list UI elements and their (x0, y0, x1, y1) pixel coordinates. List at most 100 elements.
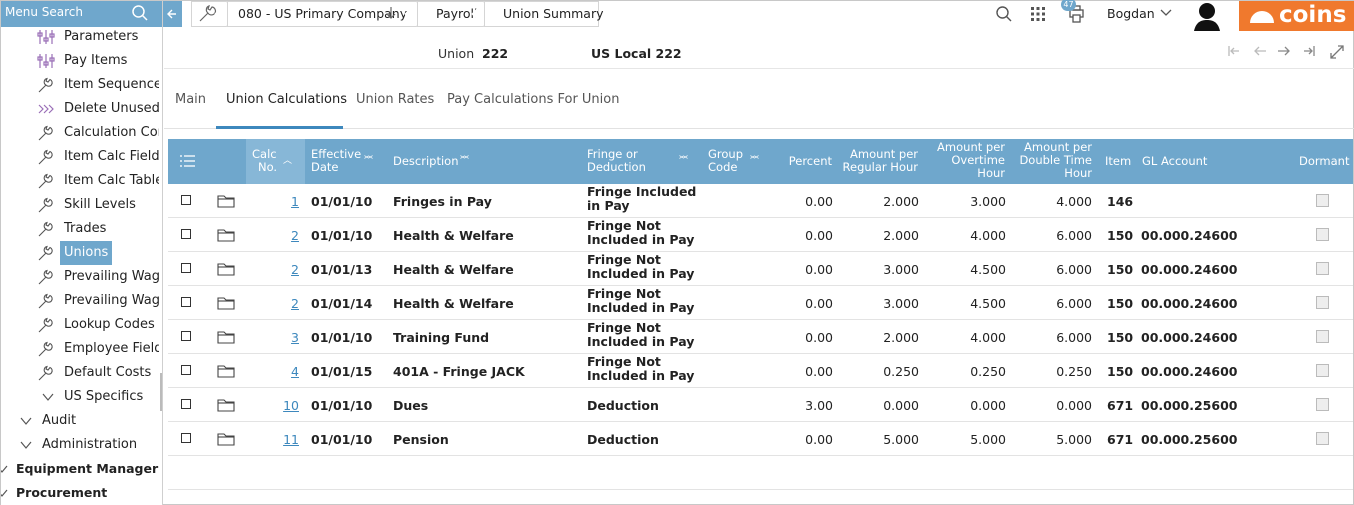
chevron-down-icon[interactable] (385, 2, 397, 32)
dormant-checkbox[interactable] (1316, 296, 1329, 309)
folder-icon[interactable] (217, 330, 235, 344)
menu-search[interactable]: Menu Search (1, 1, 162, 27)
wrench-icon (37, 77, 55, 93)
folder-icon[interactable] (217, 262, 235, 276)
dormant-checkbox[interactable] (1316, 364, 1329, 377)
calc-no-link[interactable]: 2 (271, 262, 299, 277)
header-gl-account[interactable]: GL Account (1142, 155, 1207, 168)
folder-icon[interactable] (217, 296, 235, 310)
breadcrumb-page[interactable]: Union Summary (484, 1, 604, 27)
dormant-checkbox[interactable] (1316, 194, 1329, 207)
calc-no-link[interactable]: 2 (271, 228, 299, 243)
previous-record-icon[interactable] (1252, 43, 1268, 64)
apps-grid-icon[interactable] (1030, 6, 1046, 26)
header-fringe[interactable]: Fringe or Deduction (587, 148, 646, 174)
sidebar-item-item-calc-fields[interactable]: Item Calc Fields (1, 145, 159, 169)
next-record-icon[interactable] (1276, 43, 1292, 64)
table-row[interactable]: 3 01/01/10 Training Fund Fringe Not Include… (168, 320, 1353, 354)
column-menu-icon[interactable] (179, 155, 195, 170)
table-row[interactable]: 2 01/01/13 Health & Welfare Fringe Not Incl… (168, 252, 1353, 286)
sidebar-item-prevailing-wage[interactable]: Prevailing Wage (1, 289, 159, 313)
table-row[interactable]: 4 01/01/15 401A - Fringe JACK Fringe Not In… (168, 354, 1353, 388)
header-dormant[interactable]: Dormant (1299, 155, 1349, 168)
sidebar-item-us-specifics[interactable]: US Specifics (1, 385, 159, 409)
sidebar-item-lookup-codes[interactable]: Lookup Codes (1, 313, 159, 337)
sidebar-item-item-calc-tables[interactable]: Item Calc Tables (1, 169, 159, 193)
item: 146 (1107, 194, 1134, 209)
sidebar-item-trades[interactable]: Trades (1, 217, 159, 241)
row-checkbox[interactable] (181, 229, 191, 239)
calc-no-link[interactable]: 1 (271, 194, 299, 209)
expand-icon[interactable] (1328, 43, 1346, 66)
sidebar-item-item-sequences[interactable]: Item Sequences (1, 73, 159, 97)
sidebar-item-prevailing-wage[interactable]: Prevailing Wage (1, 265, 159, 289)
breadcrumb-home[interactable] (191, 1, 240, 27)
folder-icon[interactable] (217, 432, 235, 446)
last-record-icon[interactable] (1301, 43, 1317, 64)
header-item[interactable]: Item (1105, 155, 1131, 168)
header-group-code[interactable]: Group Code (708, 148, 743, 174)
row-checkbox[interactable] (181, 195, 191, 205)
row-checkbox[interactable] (181, 263, 191, 273)
header-calc-no[interactable]: Calc No. (252, 148, 277, 174)
tab-union-calculations[interactable]: Union Calculations (226, 92, 347, 107)
sidebar-item-label: Lookup Codes (64, 317, 155, 332)
description: 401A - Fringe JACK (393, 364, 525, 379)
tab-union-rates[interactable]: Union Rates (356, 92, 434, 107)
calc-no-link[interactable]: 2 (271, 296, 299, 311)
folder-icon[interactable] (217, 228, 235, 242)
breadcrumb-company[interactable]: 080 - US Primary Company (227, 1, 430, 27)
table-row[interactable]: 2 01/01/10 Health & Welfare Fringe Not Incl… (168, 218, 1353, 252)
dormant-checkbox[interactable] (1316, 228, 1329, 241)
first-record-icon[interactable] (1226, 43, 1242, 64)
sidebar-item-employee-field[interactable]: Employee Field (1, 337, 159, 361)
dormant-checkbox[interactable] (1316, 262, 1329, 275)
folder-icon[interactable] (217, 194, 235, 208)
tab-pay-calculations[interactable]: Pay Calculations For Union (447, 92, 619, 107)
sidebar-item-administration[interactable]: Administration (1, 433, 159, 457)
sidebar-item-equipment-manager[interactable]: Equipment Manager (1, 457, 159, 481)
header-overtime-hour[interactable]: Amount per Overtime Hour (925, 141, 1005, 180)
row-checkbox[interactable] (181, 433, 191, 443)
table-row[interactable]: 11 01/01/10 Pension Deduction 0.00 5.000 5.000… (168, 422, 1353, 456)
sidebar-item-parameters[interactable]: Parameters (1, 25, 159, 49)
sidebar-item-procurement[interactable]: Procurement (1, 481, 159, 505)
search-icon[interactable] (995, 5, 1013, 27)
sidebar-item-delete-unused[interactable]: Delete Unused (1, 97, 159, 121)
row-checkbox[interactable] (181, 365, 191, 375)
header-regular-hour[interactable]: Amount per Regular Hour (838, 148, 918, 174)
calc-no-link[interactable]: 11 (271, 432, 299, 447)
dormant-checkbox[interactable] (1316, 432, 1329, 445)
calc-no-link[interactable]: 10 (271, 398, 299, 413)
table-row[interactable]: 1 01/01/10 Fringes in Pay Fringe Included i… (168, 184, 1353, 218)
folder-icon[interactable] (217, 364, 235, 378)
tab-main[interactable]: Main (175, 92, 206, 107)
row-checkbox[interactable] (181, 331, 191, 341)
search-icon[interactable] (131, 4, 149, 25)
calc-no-link[interactable]: 4 (271, 364, 299, 379)
sidebar-item-audit[interactable]: Audit (1, 409, 159, 433)
sidebar-item-default-costs[interactable]: Default Costs (1, 361, 159, 385)
row-checkbox[interactable] (181, 399, 191, 409)
row-checkbox[interactable] (181, 297, 191, 307)
table-row[interactable]: 2 01/01/14 Health & Welfare Fringe Not Incl… (168, 286, 1353, 320)
folder-icon[interactable] (217, 398, 235, 412)
sidebar-item-unions[interactable]: Unions (1, 241, 159, 265)
wrench-icon (37, 149, 55, 165)
sidebar-item-pay-items[interactable]: Pay Items (1, 49, 159, 73)
header-description[interactable]: Description (393, 155, 459, 168)
dormant-checkbox[interactable] (1316, 330, 1329, 343)
collapse-sidebar-button[interactable] (163, 1, 182, 27)
table-row[interactable]: 10 01/01/10 Dues Deduction 3.00 0.000 0.000 0.0… (168, 388, 1353, 422)
breadcrumb-module[interactable]: Payroll (417, 1, 497, 27)
calc-no-link[interactable]: 3 (271, 330, 299, 345)
avatar[interactable] (1193, 1, 1221, 35)
user-menu[interactable]: Bogdan (1107, 6, 1172, 21)
header-double-time-hour[interactable]: Amount per Double Time Hour (1010, 141, 1092, 180)
header-effective-date[interactable]: Effective Date (311, 148, 361, 174)
sidebar-scrollbar[interactable] (160, 373, 162, 411)
header-percent[interactable]: Percent (772, 155, 832, 168)
sidebar-item-calculation-cons[interactable]: Calculation Cons (1, 121, 159, 145)
sidebar-item-skill-levels[interactable]: Skill Levels (1, 193, 159, 217)
dormant-checkbox[interactable] (1316, 398, 1329, 411)
